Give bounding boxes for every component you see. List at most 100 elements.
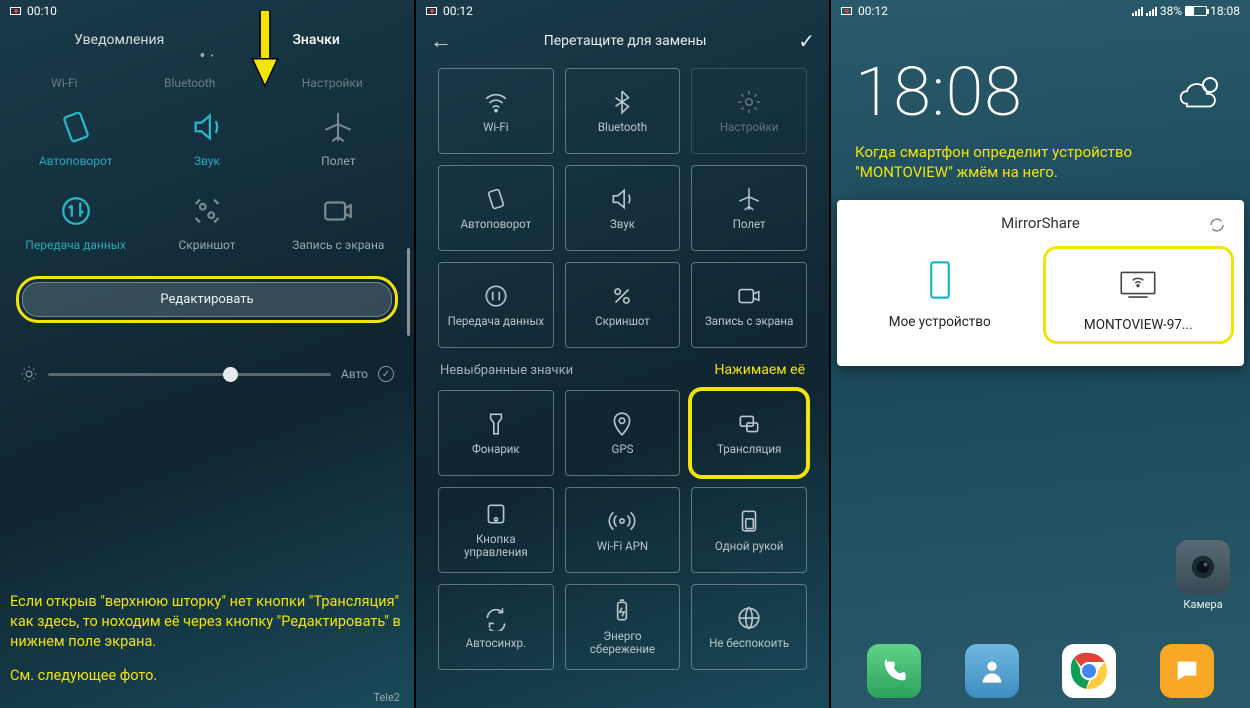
tile-wifiapn[interactable]: Wi-Fi APN xyxy=(565,487,681,573)
mirrorshare-my-device[interactable]: Мое устройство xyxy=(847,246,1033,344)
status-time: 00:12 xyxy=(443,4,473,18)
highlight-edit: Редактировать xyxy=(16,276,398,323)
mirrorshare-montoview[interactable]: MONTOVIEW-97... xyxy=(1043,246,1235,344)
battery-icon xyxy=(1185,6,1207,16)
screen-record-icon xyxy=(841,7,852,15)
toggle-sound[interactable]: Звук xyxy=(141,110,272,168)
panel-quick-settings: 00:10 Уведомления Значки • · Wi-Fi Bluet… xyxy=(0,0,416,708)
tile-onehand[interactable]: Одной рукой xyxy=(691,487,807,573)
auto-rotate-icon xyxy=(59,110,93,144)
camera-label: Камера xyxy=(1176,598,1230,611)
wifi-apn-icon xyxy=(608,508,636,534)
tile-data[interactable]: Передача данных xyxy=(438,262,554,348)
tab-notifications[interactable]: Уведомления xyxy=(66,28,172,52)
back-button[interactable]: ← xyxy=(430,28,452,54)
tile-bluetooth[interactable]: Bluetooth xyxy=(565,68,681,154)
tile-powersave[interactable]: Энерго сбережение xyxy=(565,584,681,670)
sound-icon xyxy=(608,186,636,212)
tile-autosync[interactable]: Автосинхр. xyxy=(438,584,554,670)
header-title: Перетащите для замены xyxy=(544,33,707,49)
tile-airplane[interactable]: Полет xyxy=(691,165,807,251)
screen-record-icon xyxy=(426,7,437,15)
section-unselected: Невыбранные значки xyxy=(440,363,573,378)
lock-clock: 18:08 xyxy=(855,52,1023,132)
screenshot-icon xyxy=(608,283,636,309)
cast-icon xyxy=(735,411,763,437)
phone-icon xyxy=(918,258,962,302)
mirrorshare-title: MirrorShare xyxy=(1001,214,1080,232)
brightness-auto-checkbox[interactable]: ✓ xyxy=(378,366,394,382)
tab-icons[interactable]: Значки xyxy=(284,28,347,52)
tile-flashlight[interactable]: Фонарик xyxy=(438,390,554,476)
carrier-label: Tele2 xyxy=(373,691,400,704)
panel-mirrorshare: 00:12 38% 18:08 18:08 Когда смартфон опр… xyxy=(831,0,1250,708)
message-icon xyxy=(1173,657,1201,685)
tile-sound[interactable]: Звук xyxy=(565,165,681,251)
tile-wifi[interactable]: Wi-Fi xyxy=(438,68,554,154)
tile-gps[interactable]: GPS xyxy=(565,390,681,476)
annotation-text-1: Если открыв "верхнюю шторку" нет кнопки … xyxy=(10,592,404,686)
tile-navbutton[interactable]: Кнопка управления xyxy=(438,487,554,573)
qs-settings-dim: Настройки xyxy=(302,76,363,90)
power-save-icon xyxy=(608,598,636,624)
dock-contacts[interactable] xyxy=(965,644,1019,698)
panel-edit-toggles: 00:12 ← Перетащите для замены ✓ Wi-Fi Bl… xyxy=(416,0,831,708)
auto-rotate-icon xyxy=(482,186,510,212)
qs-bt-dim: Bluetooth xyxy=(164,76,215,90)
sound-icon xyxy=(190,110,224,144)
mirrorshare-dialog: MirrorShare Мое устройство MONTOVIEW-97.… xyxy=(837,200,1244,366)
status-time: 00:12 xyxy=(858,4,888,18)
weather-icon xyxy=(1178,71,1226,113)
screenshot-icon xyxy=(190,194,224,228)
status-bar: 00:10 xyxy=(0,0,414,22)
camera-icon xyxy=(1188,552,1218,582)
contacts-icon xyxy=(978,657,1006,685)
brightness-slider-row: Авто ✓ xyxy=(0,335,414,393)
confirm-button[interactable]: ✓ xyxy=(798,29,815,53)
dnd-icon xyxy=(735,605,763,631)
status-time: 00:10 xyxy=(27,4,57,18)
nav-button-icon xyxy=(482,501,510,527)
tile-autorotate[interactable]: Автоповорот xyxy=(438,165,554,251)
brightness-track[interactable] xyxy=(48,373,331,376)
tile-screenrec[interactable]: Запись с экрана xyxy=(691,262,807,348)
toggle-screen-record[interactable]: Запись с экрана xyxy=(273,194,404,252)
refresh-icon[interactable] xyxy=(1208,216,1226,234)
dock-chrome[interactable] xyxy=(1062,644,1116,698)
camera-app[interactable]: Камера xyxy=(1176,540,1230,611)
airplane-icon xyxy=(735,186,763,212)
toggle-screenshot[interactable]: Скриншот xyxy=(141,194,272,252)
signal-icon-2 xyxy=(1146,7,1157,16)
toggle-airplane[interactable]: Полет xyxy=(273,110,404,168)
status-bar: 00:12 xyxy=(416,0,829,22)
screen-rec-icon xyxy=(735,283,763,309)
gear-icon xyxy=(735,89,763,115)
wifi-icon xyxy=(482,89,510,115)
dock-phone[interactable] xyxy=(867,644,921,698)
brightness-icon xyxy=(20,365,38,383)
annotation-click-it: Нажимаем её xyxy=(714,362,805,378)
toggle-data[interactable]: Передача данных xyxy=(10,194,141,252)
tile-settings[interactable]: Настройки xyxy=(691,68,807,154)
tile-cast[interactable]: Трансляция xyxy=(691,390,807,476)
tile-screenshot[interactable]: Скриншот xyxy=(565,262,681,348)
bluetooth-icon xyxy=(608,89,636,115)
data-transfer-icon xyxy=(59,194,93,228)
qs-disabled-row: Wi-Fi Bluetooth Настройки xyxy=(0,64,414,106)
gps-icon xyxy=(608,411,636,437)
status-clock: 18:08 xyxy=(1210,4,1240,18)
tv-icon xyxy=(1116,261,1160,305)
status-bar: 00:12 38% 18:08 xyxy=(831,0,1250,22)
flashlight-icon xyxy=(482,411,510,437)
battery-percent: 38% xyxy=(1160,4,1182,18)
one-hand-icon xyxy=(735,508,763,534)
screen-rec-icon xyxy=(321,194,355,228)
page-indicator: • · xyxy=(0,54,414,64)
toggle-auto-rotate[interactable]: Автоповорот xyxy=(10,110,141,168)
dock-messages[interactable] xyxy=(1160,644,1214,698)
signal-icon xyxy=(1132,7,1143,16)
data-transfer-icon xyxy=(482,283,510,309)
brightness-thumb[interactable] xyxy=(223,367,238,382)
edit-button[interactable]: Редактировать xyxy=(22,282,392,317)
tile-dnd[interactable]: Не беспокоить xyxy=(691,584,807,670)
